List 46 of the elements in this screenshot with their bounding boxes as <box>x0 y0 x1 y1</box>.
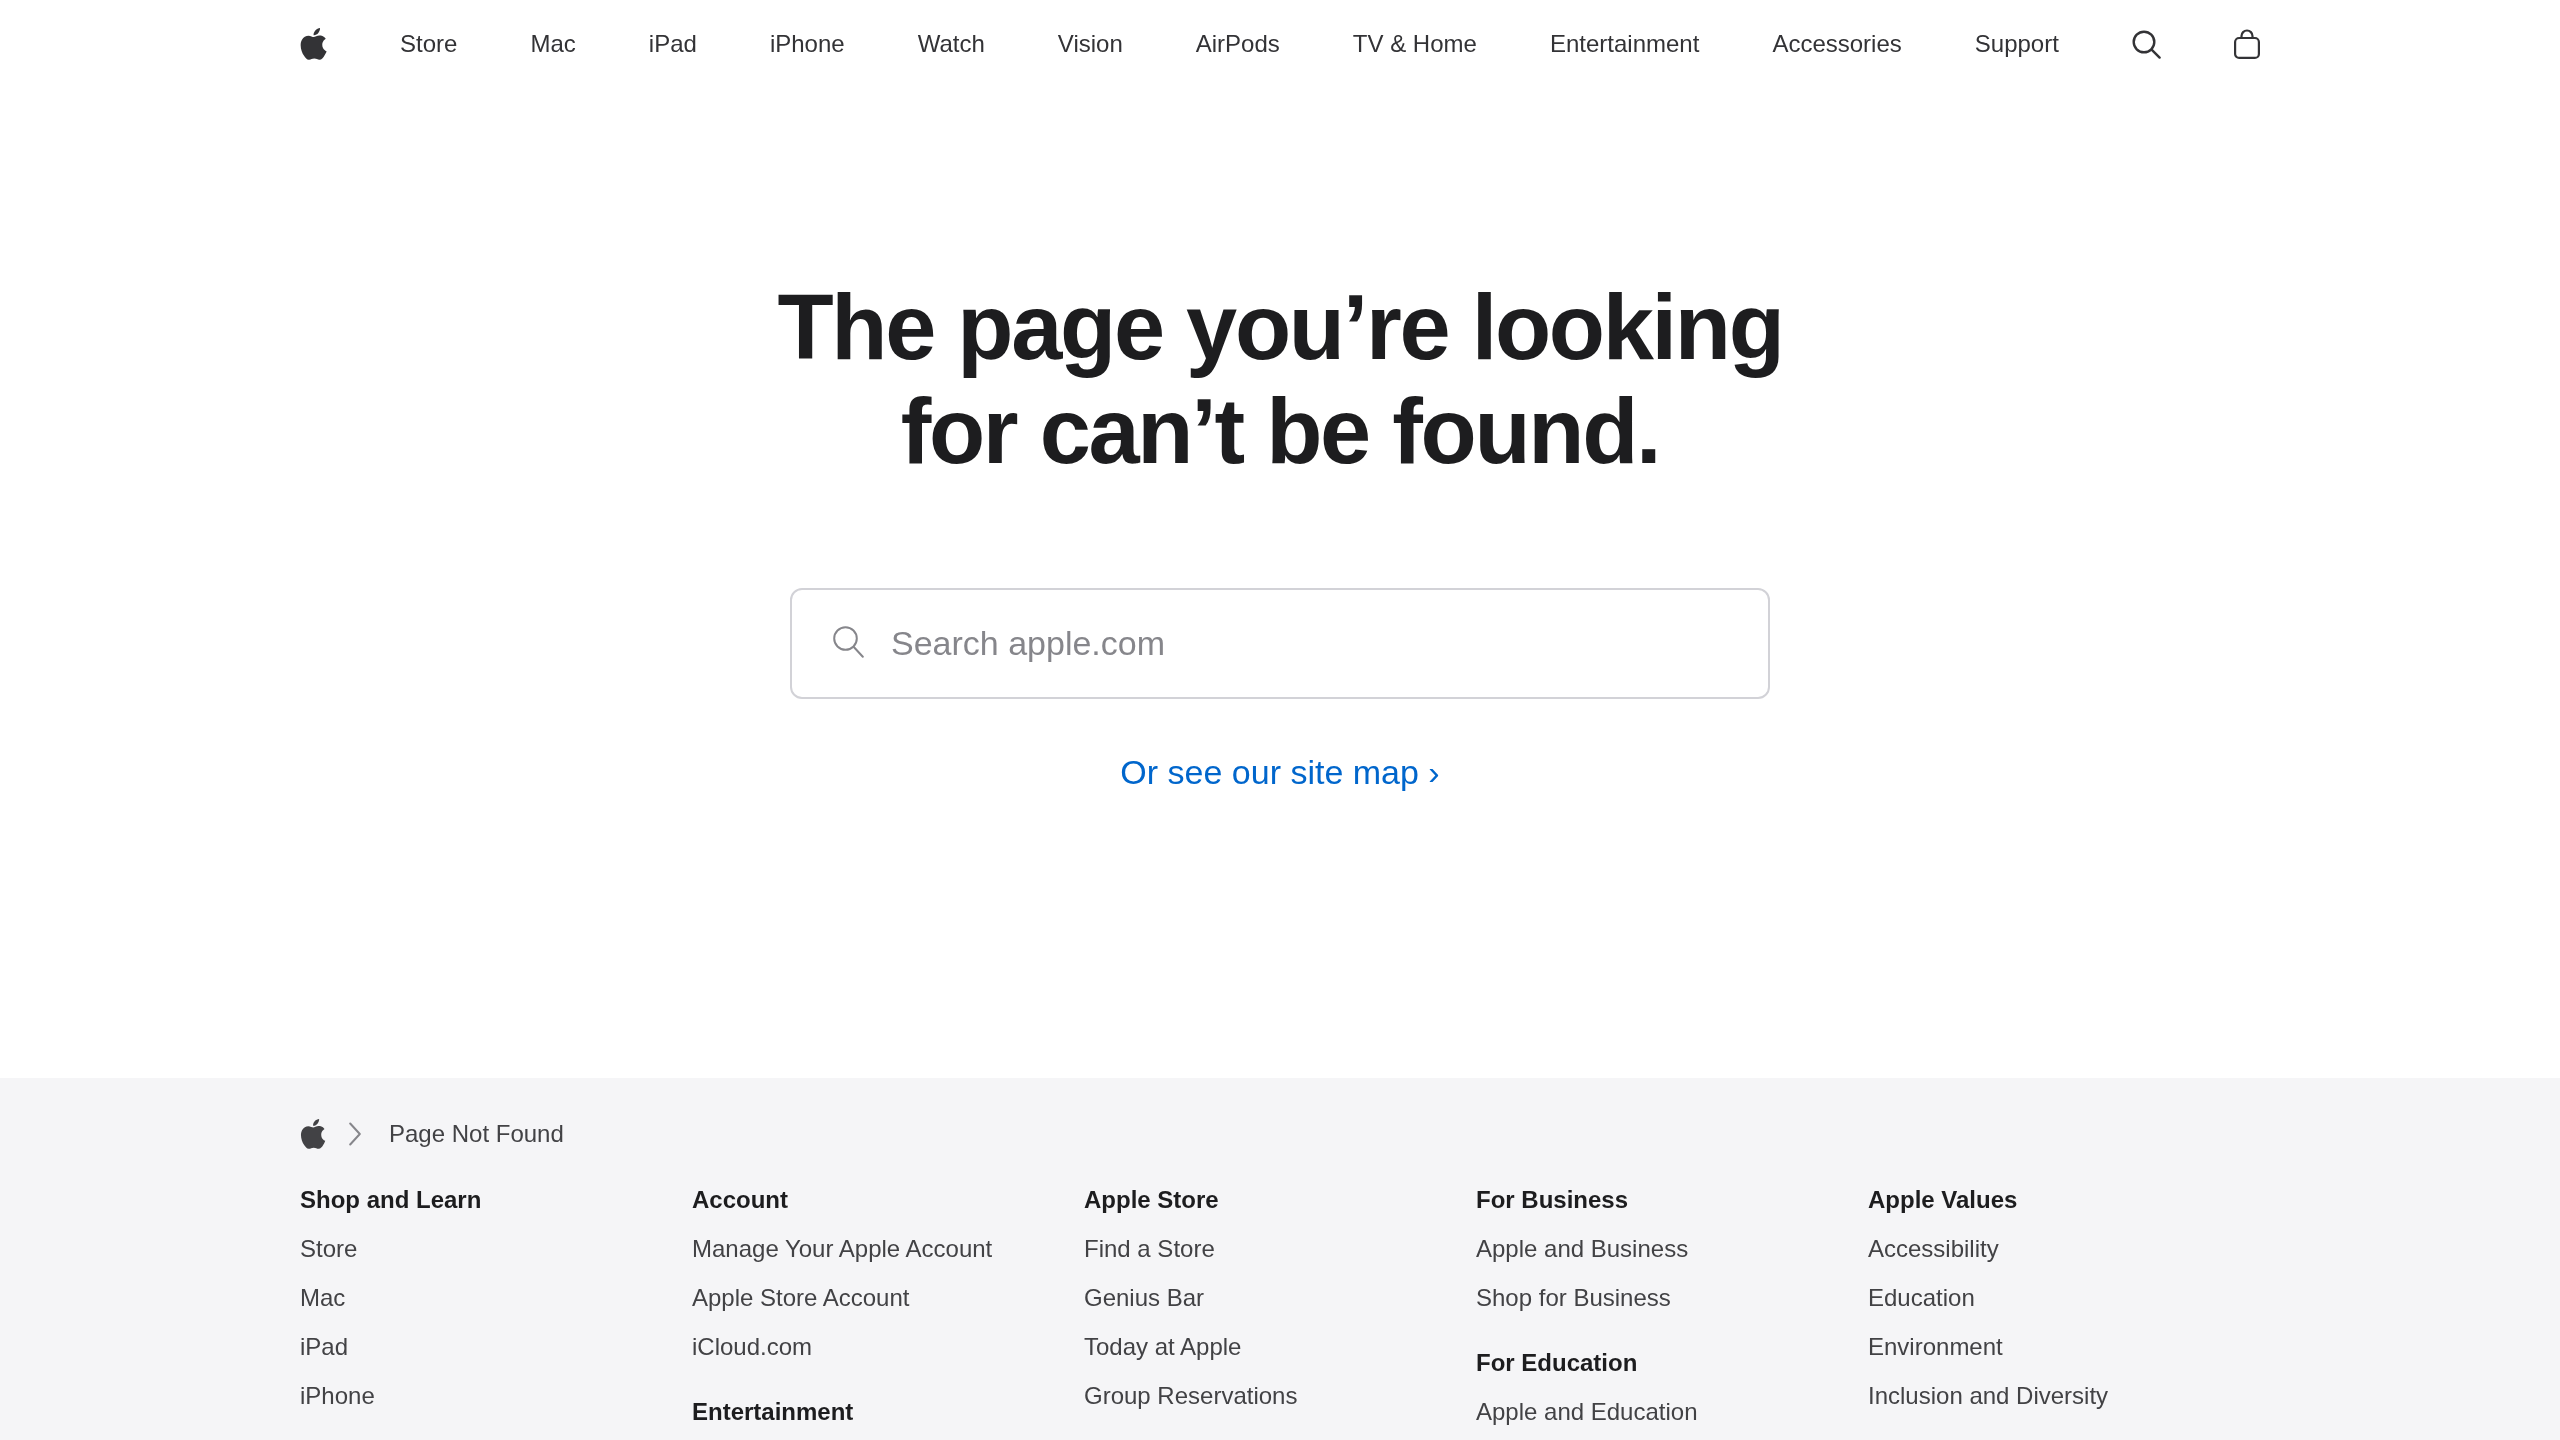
footer-link[interactable]: Education <box>1868 1283 1975 1313</box>
footer-heading: Entertainment <box>692 1397 854 1427</box>
footer-link[interactable]: Accessibility <box>1868 1234 1999 1264</box>
footer-heading: Account <box>692 1185 788 1215</box>
search-field[interactable]: Search apple.com <box>790 588 1770 699</box>
chevron-icon <box>349 1122 361 1146</box>
footer-link[interactable]: Inclusion and Diversity <box>1868 1381 2109 1411</box>
footer-link[interactable]: Manage Your Apple Account <box>692 1234 993 1264</box>
nav-link[interactable]: Watch <box>917 26 985 62</box>
bag-icon[interactable] <box>2233 29 2260 59</box>
footer-heading: For Education <box>1476 1348 1638 1378</box>
nav-link[interactable]: Store <box>400 26 458 62</box>
nav-link[interactable]: AirPods <box>1195 26 1280 62</box>
footer-link[interactable]: Environment <box>1868 1332 2003 1362</box>
footer-heading: Shop and Learn <box>300 1185 482 1215</box>
search-icon[interactable] <box>2131 29 2161 59</box>
nav-link[interactable]: Entertainment <box>1549 26 1700 62</box>
footer-link[interactable]: Apple and Education <box>1476 1397 1698 1427</box>
nav-link[interactable]: Accessories <box>1772 26 1902 62</box>
footer-link[interactable]: iPad <box>300 1332 349 1362</box>
footer-link[interactable]: Genius Bar <box>1084 1283 1205 1313</box>
breadcrumb-current: Page Not Found <box>389 1119 564 1149</box>
footer-heading: Apple Values <box>1868 1185 2018 1215</box>
footer-link[interactable]: Store <box>300 1234 358 1264</box>
site-map-link[interactable]: Or see our site map › <box>1120 752 1440 792</box>
footer-link[interactable]: iPhone <box>300 1381 375 1411</box>
page-headline: The page you’re looking for can’t be found. <box>776 275 1784 483</box>
footer-heading: Apple Store <box>1084 1185 1219 1215</box>
apple-icon[interactable] <box>300 1119 326 1149</box>
footer-link[interactable]: iCloud.com <box>692 1332 813 1362</box>
nav-link[interactable]: TV & Home <box>1352 26 1477 62</box>
nav-link[interactable]: iPhone <box>769 26 845 62</box>
nav-link[interactable]: Vision <box>1057 26 1123 62</box>
nav-link[interactable]: Mac <box>530 26 576 62</box>
footer-link[interactable]: Apple and Business <box>1476 1234 1689 1264</box>
nav-link[interactable]: Support <box>1974 26 2059 62</box>
footer-link[interactable]: Find a Store <box>1084 1234 1215 1264</box>
footer-link[interactable]: Shop for Business <box>1476 1283 1671 1313</box>
footer-link[interactable]: Mac <box>300 1283 346 1313</box>
apple-icon[interactable] <box>300 28 327 60</box>
footer-heading: For Business <box>1476 1185 1629 1215</box>
search-icon <box>833 626 864 658</box>
footer-link[interactable]: Group Reservations <box>1084 1381 1298 1411</box>
footer-link[interactable]: Apple Store Account <box>692 1283 910 1313</box>
nav-link[interactable]: iPad <box>648 26 697 62</box>
footer-link[interactable]: Today at Apple <box>1084 1332 1242 1362</box>
